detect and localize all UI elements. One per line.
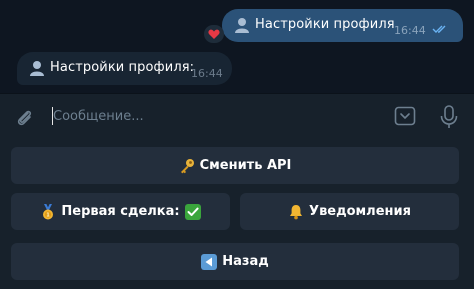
medal-icon: 1 [43,203,54,219]
user-icon [30,61,44,76]
bot-keyboard: Сменить API 1 Первая сделка: Уведомления… [0,139,474,289]
outgoing-message[interactable]: Настройки профиля 16:44 [222,9,463,42]
message-composer [0,94,474,139]
incoming-message[interactable]: Настройки профиля: 16:44 [17,52,232,85]
user-icon [235,18,249,33]
message-text: Настройки профиля: [50,60,195,75]
back-arrow-icon [201,253,218,270]
back-button[interactable]: Назад [11,243,459,280]
svg-text:1: 1 [47,212,51,218]
paperclip-icon[interactable] [14,107,34,129]
notifications-button[interactable]: Уведомления [240,193,459,230]
bell-icon [290,204,303,219]
change-api-button[interactable]: Сменить API [11,147,459,184]
message-time: 16:44 [394,24,426,37]
heart-icon [208,29,220,39]
heart-reaction[interactable] [204,25,224,43]
read-checks-icon [432,25,446,33]
chat-area: Настройки профиля 16:44 Настройки профил… [0,0,474,93]
notifications-label: Уведомления [309,204,411,219]
keyboard-toggle-icon[interactable] [394,105,416,127]
first-trade-label: Первая сделка: [61,204,180,219]
back-label: Назад [222,254,269,269]
check-mark-icon [184,203,201,220]
change-api-label: Сменить API [199,158,292,173]
key-icon [180,158,194,173]
message-time: 16:44 [191,67,223,80]
microphone-icon[interactable] [438,104,460,130]
message-input[interactable] [53,106,353,126]
message-text: Настройки профиля [255,17,395,32]
first-trade-button[interactable]: 1 Первая сделка: [11,193,230,230]
